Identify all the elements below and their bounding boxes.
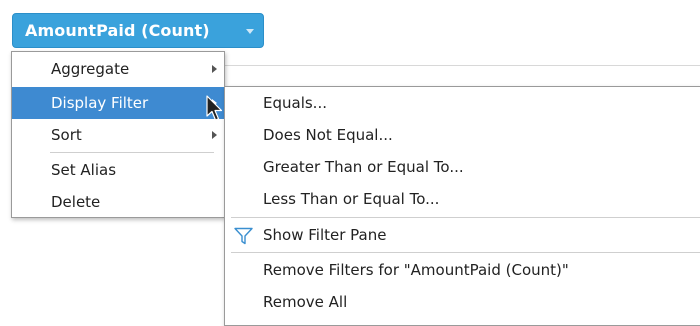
submenu-item-equals[interactable]: Equals... (225, 87, 700, 119)
menu-item-display-filter[interactable]: Display Filter (12, 87, 224, 119)
menu-separator (50, 152, 214, 153)
menu-item-label: Display Filter (51, 94, 149, 112)
menu-item-label: Set Alias (51, 161, 117, 179)
menu-item-set-alias[interactable]: Set Alias (12, 154, 224, 186)
menu-item-label: Show Filter Pane (263, 226, 387, 244)
menu-separator (231, 217, 700, 218)
menu-item-label: Aggregate (51, 60, 130, 78)
menu-item-delete[interactable]: Delete (12, 186, 224, 218)
submenu-item-greater-than-or-equal[interactable]: Greater Than or Equal To... (225, 151, 700, 183)
filter-funnel-icon (234, 227, 253, 245)
menu-item-label: Remove Filters for "AmountPaid (Count)" (263, 261, 569, 279)
submenu-item-show-filter-pane[interactable]: Show Filter Pane (225, 219, 700, 251)
submenu-item-remove-filters-for-field[interactable]: Remove Filters for "AmountPaid (Count)" (225, 254, 700, 286)
submenu-arrow-icon (212, 65, 217, 73)
field-pill-amountpaid-count[interactable]: AmountPaid (Count) (12, 13, 264, 48)
menu-item-label: Equals... (263, 94, 327, 112)
menu-item-label: Less Than or Equal To... (263, 190, 440, 208)
menu-item-label: Does Not Equal... (263, 126, 393, 144)
mouse-pointer-icon (206, 95, 223, 121)
menu-item-aggregate[interactable]: Aggregate (12, 53, 224, 85)
menu-item-label: Delete (51, 193, 101, 211)
menu-item-label: Remove All (263, 293, 348, 311)
menu-item-label: Greater Than or Equal To... (263, 158, 464, 176)
menu-separator (231, 252, 700, 253)
caret-down-icon[interactable] (246, 29, 254, 34)
submenu-item-remove-all[interactable]: Remove All (225, 286, 700, 318)
submenu-item-less-than-or-equal[interactable]: Less Than or Equal To... (225, 183, 700, 215)
field-pill-label: AmountPaid (Count) (25, 21, 210, 40)
display-filter-submenu: Equals... Does Not Equal... Greater Than… (224, 86, 700, 326)
menu-item-sort[interactable]: Sort (12, 119, 224, 151)
panel-divider-line (225, 65, 700, 66)
field-context-menu: Aggregate Display Filter Sort Set Alias … (11, 51, 225, 218)
menu-item-label: Sort (51, 126, 82, 144)
submenu-arrow-icon (212, 131, 217, 139)
submenu-item-does-not-equal[interactable]: Does Not Equal... (225, 119, 700, 151)
